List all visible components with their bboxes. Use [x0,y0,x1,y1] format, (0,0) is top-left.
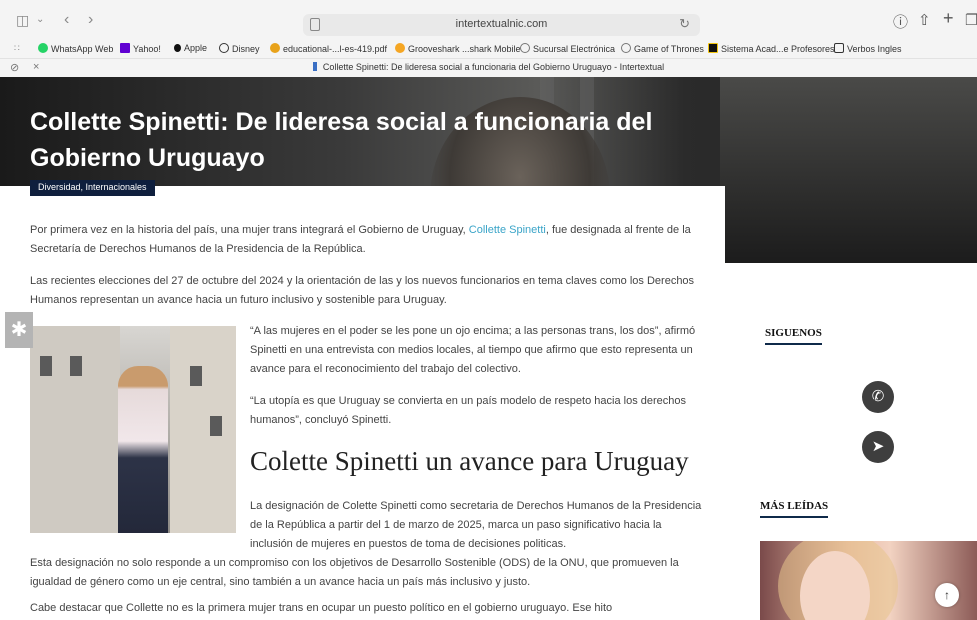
bookmark-label: Sistema Acad...e Profesores [721,44,835,54]
apple-icon [174,44,181,52]
paragraph-5b: Esta designación no solo responde a un c… [30,557,679,588]
bookmark-pdf[interactable]: educational-...l-es-419.pdf [270,43,387,54]
bookmark-got[interactable]: Game of Thrones [621,43,704,54]
bookmark-disney[interactable]: Disney [219,43,260,54]
paragraph-6: Cabe destacar que Collette no es la prim… [30,602,613,614]
bookmark-label: Game of Thrones [634,44,704,54]
photo-window [190,366,202,386]
scroll-to-top-icon[interactable]: ↑ [935,583,959,607]
bookmarks-bar: ∷ WhatsApp Web Yahoo! Apple Disney educa… [0,40,977,58]
address-bar[interactable]: intertextualnic.com ↻ [303,14,700,36]
tabs-overview-icon[interactable]: ❐ [965,11,977,29]
bookmark-apple[interactable]: Apple [174,43,207,53]
bookmark-verbos[interactable]: Verbos Ingles [834,43,902,54]
bookmark-grooveshark[interactable]: Grooveshark ...shark Mobile [395,43,521,54]
most-read-heading: MÁS LEÍDAS [760,500,829,518]
forward-icon[interactable]: › [88,12,93,28]
most-read-thumbnail[interactable] [760,541,977,620]
paragraph-4: “La utopía es que Uruguay se convierta e… [250,395,686,426]
active-tab[interactable]: Collette Spinetti: De lideresa social a … [0,62,977,72]
category-badge[interactable]: Diversidad, Internacionales [30,180,155,196]
bookmark-whatsapp[interactable]: WhatsApp Web [38,43,113,54]
verbos-icon [834,43,844,53]
globe-icon [621,43,631,53]
bookmark-label: Apple [184,43,208,53]
tab-title: Collette Spinetti: De lideresa social a … [322,62,665,72]
accessibility-icon[interactable]: ✱ [5,312,33,348]
pdf-icon [270,43,280,53]
whatsapp-icon [38,43,48,53]
paragraph-1: Por primera vez en la historia del país,… [30,221,700,259]
bookmark-label: Grooveshark ...shark Mobile [408,44,521,54]
bookmark-label: educational-...l-es-419.pdf [283,44,388,54]
bookmark-label: WhatsApp Web [51,44,114,54]
bookmark-label: Sucursal Electrónica [533,44,616,54]
paragraph-3: “A las mujeres en el poder se les pone u… [250,325,696,375]
chevron-down-icon[interactable]: ⌄ [36,13,44,27]
bookmark-yahoo[interactable]: Yahoo! [120,43,161,54]
sidebar-toggle-icon[interactable]: ◫ [16,13,29,27]
photo-building [170,326,236,533]
url-text: intertextualnic.com [455,18,548,30]
photo-window [210,416,222,436]
back-icon[interactable]: ‹ [64,12,69,28]
photo-window [40,356,52,376]
disney-icon [219,43,229,53]
whatsapp-icon[interactable]: ✆ [862,381,894,413]
share-icon[interactable]: ⇧ [918,11,931,29]
browser-toolbar: ◫ ⌄ ‹ › intertextualnic.com ↻ ⓘ ⇧ + ❐ [0,0,977,40]
photo-person [118,366,168,533]
new-tab-icon[interactable]: + [943,8,954,29]
article-photo [30,326,236,533]
paragraph-2: Las recientes elecciones del 27 de octub… [30,275,695,306]
paragraph-5a: La designación de Colette Spinetti como … [250,500,702,550]
tab-bar: ⊘ × Collette Spinetti: De lideresa socia… [0,58,977,77]
download-icon[interactable]: ⓘ [893,11,908,32]
p1-text: Por primera vez en la historia del país,… [30,224,469,236]
hero-background [720,77,977,263]
telegram-icon[interactable]: ➤ [862,431,894,463]
bookmark-label: Yahoo! [133,44,161,54]
globe-icon [520,43,530,53]
bookmark-sistema[interactable]: Sistema Acad...e Profesores [708,43,835,54]
yahoo-icon [120,43,130,53]
bookmark-label: Disney [232,44,260,54]
spinetti-link[interactable]: Collette Spinetti [469,224,546,236]
grooveshark-icon [395,43,405,53]
sistema-icon [708,43,718,53]
photo-window [70,356,82,376]
site-favicon-icon [312,62,317,71]
bookmark-sucursal[interactable]: Sucursal Electrónica [520,43,615,54]
bookmark-label: Verbos Ingles [847,44,902,54]
grid-icon[interactable]: ∷ [14,43,20,54]
article-subheading: Colette Spinetti un avance para Uruguay [250,446,689,476]
article-title: Collette Spinetti: De lideresa social a … [30,108,653,172]
reload-icon[interactable]: ↻ [679,16,690,32]
follow-heading: SIGUENOS [765,327,822,345]
